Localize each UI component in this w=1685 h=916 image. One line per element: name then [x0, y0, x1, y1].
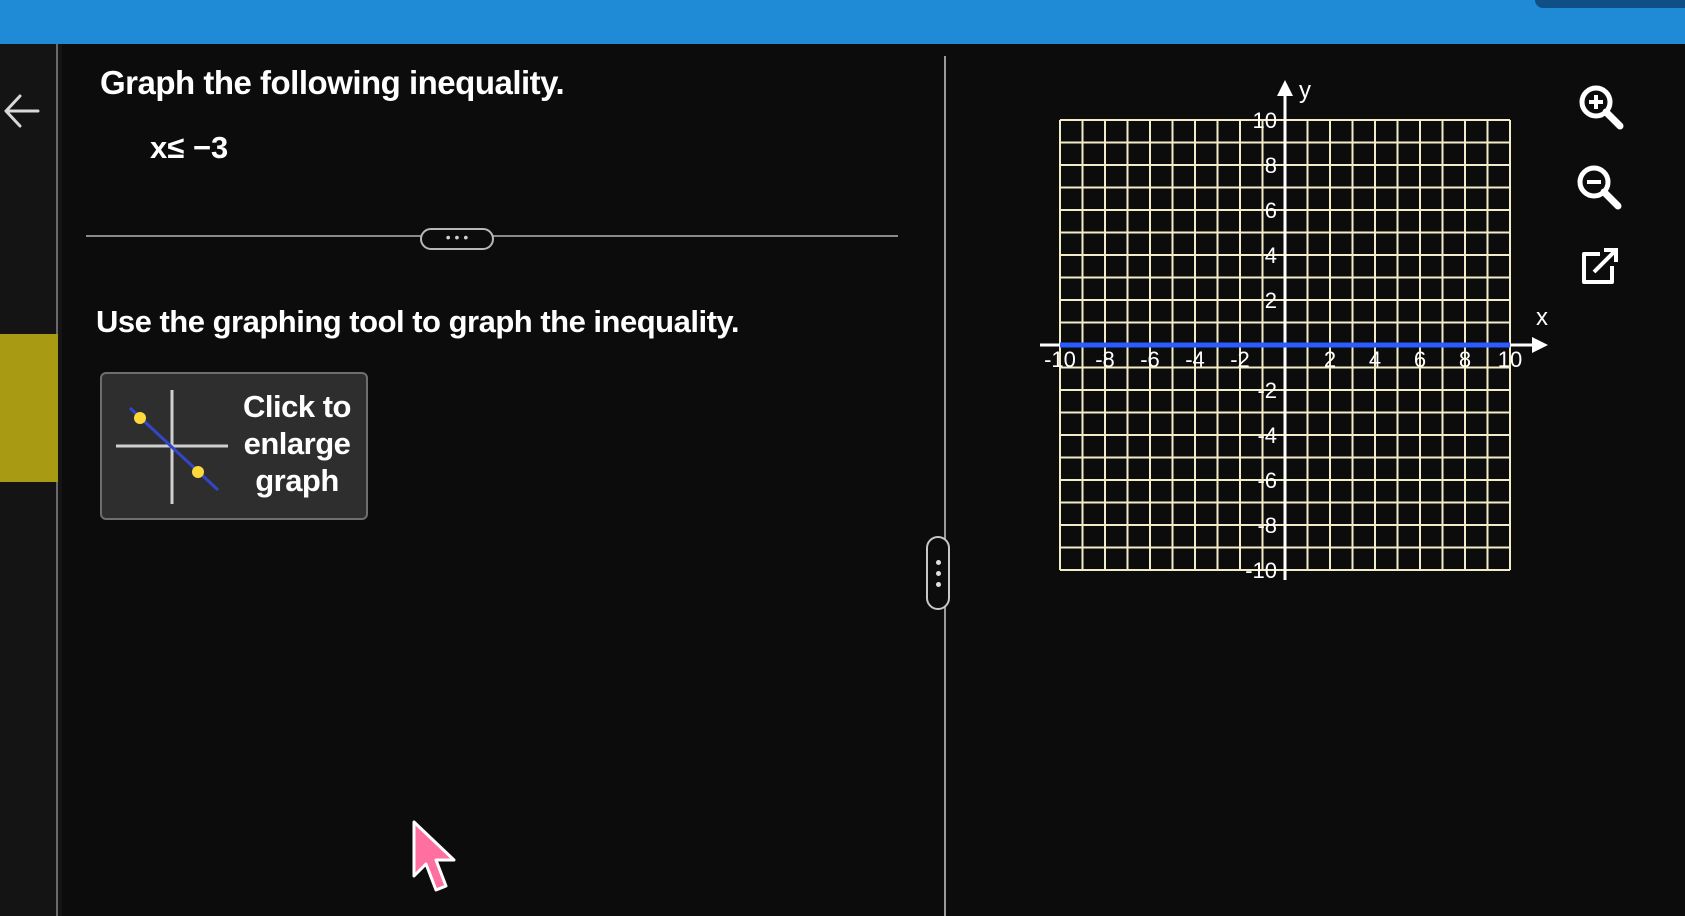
- enlarge-label-line-1: Click to: [243, 389, 351, 424]
- top-bar: [0, 0, 1685, 44]
- x-tick-label: -6: [1140, 347, 1160, 372]
- graph-thumbnail-icon: [116, 390, 228, 504]
- y-tick-label: -10: [1245, 558, 1277, 583]
- inequality-expression: x≤ −3: [150, 130, 229, 165]
- back-arrow-icon[interactable]: [2, 86, 42, 136]
- axes: [1040, 80, 1548, 580]
- x-axis-label: x: [1536, 304, 1548, 331]
- y-axis-label: y: [1299, 77, 1311, 104]
- zoom-in-icon[interactable]: [1572, 78, 1628, 134]
- question-title: Graph the following inequality.: [100, 64, 565, 101]
- y-tick-label: 6: [1265, 198, 1277, 223]
- pane-splitter: [944, 56, 946, 916]
- x-tick-label: -2: [1230, 347, 1250, 372]
- y-tick-label: 10: [1253, 108, 1277, 133]
- y-tick-label: -8: [1257, 513, 1277, 538]
- x-tick-label: 2: [1324, 347, 1336, 372]
- divider-expand-handle[interactable]: • • •: [420, 228, 494, 250]
- y-tick-label: -6: [1257, 468, 1277, 493]
- enlarge-label-line-3: graph: [255, 463, 339, 498]
- y-tick-label: 2: [1265, 288, 1277, 313]
- mouse-cursor-icon: [412, 820, 456, 892]
- instruction-text: Use the graphing tool to graph the inequ…: [96, 304, 739, 339]
- external-link-icon[interactable]: [1570, 240, 1626, 296]
- coordinate-graph[interactable]: -10 -8 -6 -4 -2 2 4 6 8 10 10 8 6 4 2 -2 -4 -6 -8 -10 x y: [1030, 72, 1570, 592]
- x-tick-label: 6: [1414, 347, 1426, 372]
- x-tick-label: -8: [1095, 347, 1115, 372]
- splitter-drag-handle[interactable]: [926, 536, 950, 610]
- x-tick-label: -4: [1185, 347, 1205, 372]
- top-bar-corner: [1535, 0, 1685, 8]
- side-tab[interactable]: [0, 334, 58, 482]
- y-tick-label: 8: [1265, 153, 1277, 178]
- y-axis-arrow: [1277, 80, 1293, 96]
- x-axis-arrow: [1532, 337, 1548, 353]
- zoom-out-icon[interactable]: [1570, 158, 1626, 214]
- y-tick-label: -2: [1257, 378, 1277, 403]
- x-tick-label: 10: [1498, 347, 1522, 372]
- y-tick-label: -4: [1257, 423, 1277, 448]
- y-tick-label: 4: [1265, 243, 1277, 268]
- x-tick-label: 8: [1459, 347, 1471, 372]
- x-tick-label: 4: [1369, 347, 1381, 372]
- enlarge-label-line-2: enlarge: [243, 426, 351, 461]
- enlarge-graph-label: Click to enlarge graph: [230, 388, 364, 499]
- x-tick-label: -10: [1044, 347, 1076, 372]
- enlarge-graph-button[interactable]: Click to enlarge graph: [100, 372, 368, 520]
